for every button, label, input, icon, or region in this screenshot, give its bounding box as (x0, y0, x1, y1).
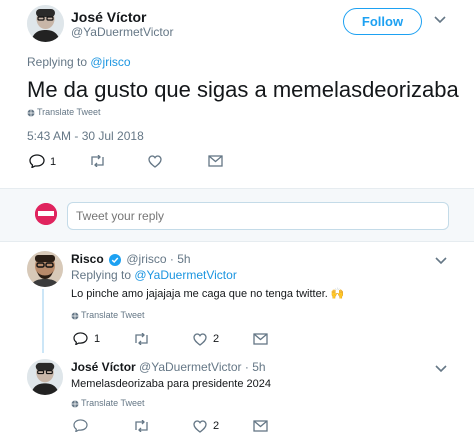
translate-tweet[interactable]: Translate Tweet (71, 310, 145, 320)
reply-author-handle[interactable]: @jrisco (126, 252, 166, 266)
current-user-avatar (35, 203, 57, 225)
like-icon[interactable] (193, 333, 207, 346)
message-icon[interactable] (253, 333, 268, 345)
like-icon[interactable] (193, 420, 207, 433)
reply-header: Risco @jrisco · 5h (71, 252, 191, 266)
chevron-down-icon[interactable] (435, 365, 447, 373)
replying-to-handle[interactable]: @YaDuermetVictor (134, 268, 236, 282)
reply-author-handle[interactable]: @YaDuermetVictor (139, 360, 241, 374)
reply-header: José Víctor @YaDuermetVictor · 5h (71, 360, 266, 374)
globe-icon (27, 109, 35, 117)
message-icon[interactable] (208, 155, 223, 167)
reply-author-avatar[interactable] (27, 359, 63, 395)
person-avatar-icon (27, 251, 63, 287)
tweet-timestamp[interactable]: 5:43 AM - 30 Jul 2018 (27, 129, 144, 143)
tweet-text: Me da gusto que sigas a memelasdeorizaba (27, 77, 459, 102)
person-avatar-icon (27, 359, 63, 395)
chevron-down-icon[interactable] (434, 16, 446, 24)
reply-author-avatar[interactable] (27, 251, 63, 287)
reply-icon[interactable] (29, 154, 45, 168)
divider (0, 241, 474, 242)
replying-to: Replying to @jrisco (27, 55, 131, 69)
retweet-icon[interactable] (133, 420, 150, 432)
globe-icon (71, 312, 79, 320)
replying-to: Replying to @YaDuermetVictor (71, 268, 237, 282)
tweet-reply-input[interactable] (67, 202, 449, 230)
reply-icon[interactable] (73, 419, 88, 432)
reply-count: 1 (94, 333, 101, 345)
replying-to-prefix: Replying to (27, 55, 91, 69)
translate-label[interactable]: Translate Tweet (81, 310, 145, 320)
translate-tweet[interactable]: Translate Tweet (27, 107, 101, 117)
retweet-icon[interactable] (133, 333, 150, 345)
chevron-down-icon[interactable] (435, 257, 447, 265)
thread-connector (42, 289, 44, 353)
translate-label[interactable]: Translate Tweet (37, 107, 101, 117)
like-icon[interactable] (148, 155, 162, 168)
user-logo-icon (35, 203, 57, 225)
translate-label[interactable]: Translate Tweet (81, 398, 145, 408)
follow-button[interactable]: Follow (343, 8, 422, 35)
translate-tweet[interactable]: Translate Tweet (71, 398, 145, 408)
reply-time[interactable]: 5h (177, 252, 190, 266)
reply-author-name[interactable]: Risco (71, 252, 104, 266)
author-handle[interactable]: @YaDuermetVictor (71, 25, 173, 39)
retweet-icon[interactable] (89, 155, 106, 167)
like-count: 2 (213, 420, 220, 432)
replying-to-prefix: Replying to (71, 268, 135, 282)
replying-to-handle[interactable]: @jrisco (90, 55, 130, 69)
reply-time[interactable]: 5h (252, 360, 265, 374)
verified-badge-icon (109, 253, 122, 266)
reply-count: 1 (50, 156, 57, 168)
reply-text: Lo pinche amo jajajaja me caga que no te… (71, 288, 345, 300)
like-count: 2 (213, 333, 220, 345)
message-icon[interactable] (253, 420, 268, 432)
author-name[interactable]: José Víctor (71, 9, 146, 25)
person-avatar-icon (27, 5, 64, 42)
author-avatar[interactable] (27, 5, 64, 42)
reply-text: Memelasdeorizaba para presidente 2024 (71, 378, 271, 390)
reply-author-name[interactable]: José Víctor (71, 360, 136, 374)
globe-icon (71, 400, 79, 408)
reply-icon[interactable] (73, 332, 88, 345)
